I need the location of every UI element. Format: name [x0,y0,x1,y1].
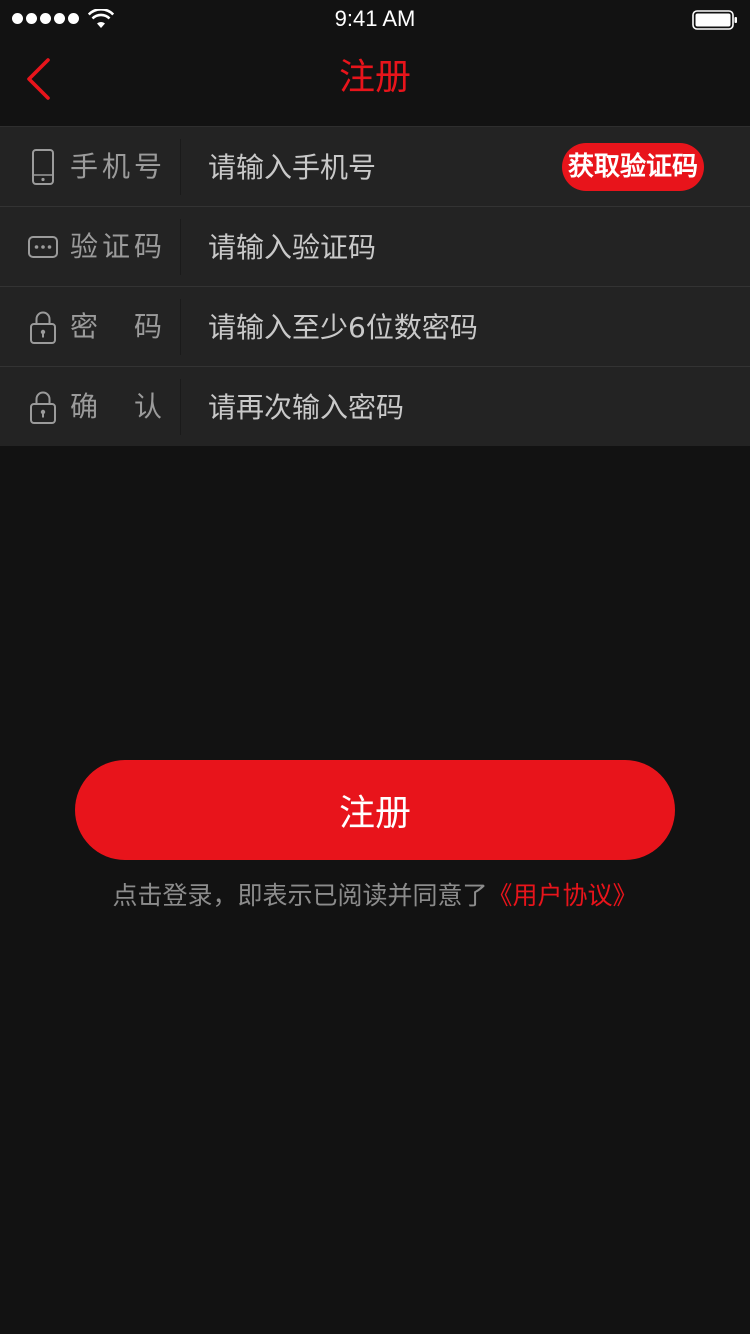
confirm-password-row: 确认 [0,366,750,447]
code-input[interactable] [208,207,548,287]
password-label: 密码 [70,310,162,343]
battery-icon [692,10,737,30]
phone-row: 手机号 获取验证码 [0,126,750,207]
phone-icon [32,149,54,185]
row-divider [180,139,181,195]
agreement-notice: 点击登录，即表示已阅读并同意了《用户协议》 [0,878,750,914]
register-button[interactable]: 注册 [75,760,675,860]
code-label: 验证码 [70,230,162,263]
page-title: 注册 [338,57,411,98]
status-bar: 9:41 AM [0,0,750,40]
agreement-text: 点击登录，即表示已阅读并同意了 [112,881,488,910]
get-code-button[interactable]: 获取验证码 [561,143,704,191]
lock-icon [30,391,56,424]
user-agreement-link[interactable]: 《用户协议》 [488,881,638,910]
password-input[interactable] [208,287,548,367]
message-dots-icon [28,236,58,258]
confirm-label: 确认 [70,390,162,423]
phone-label: 手机号 [70,150,162,183]
row-divider [180,379,181,435]
confirm-password-input[interactable] [208,367,548,447]
navigation-bar: 注册 [0,40,750,126]
register-screen: 9:41 AM 注册 手机号 获取验证码 [0,0,750,1334]
row-divider [180,219,181,275]
row-divider [180,299,181,355]
lock-icon [30,311,56,344]
phone-input[interactable] [208,127,548,207]
register-form: 手机号 获取验证码 验证码 密码 [0,126,750,447]
code-row: 验证码 [0,206,750,287]
password-row: 密码 [0,286,750,367]
status-time: 9:41 AM [334,6,416,31]
